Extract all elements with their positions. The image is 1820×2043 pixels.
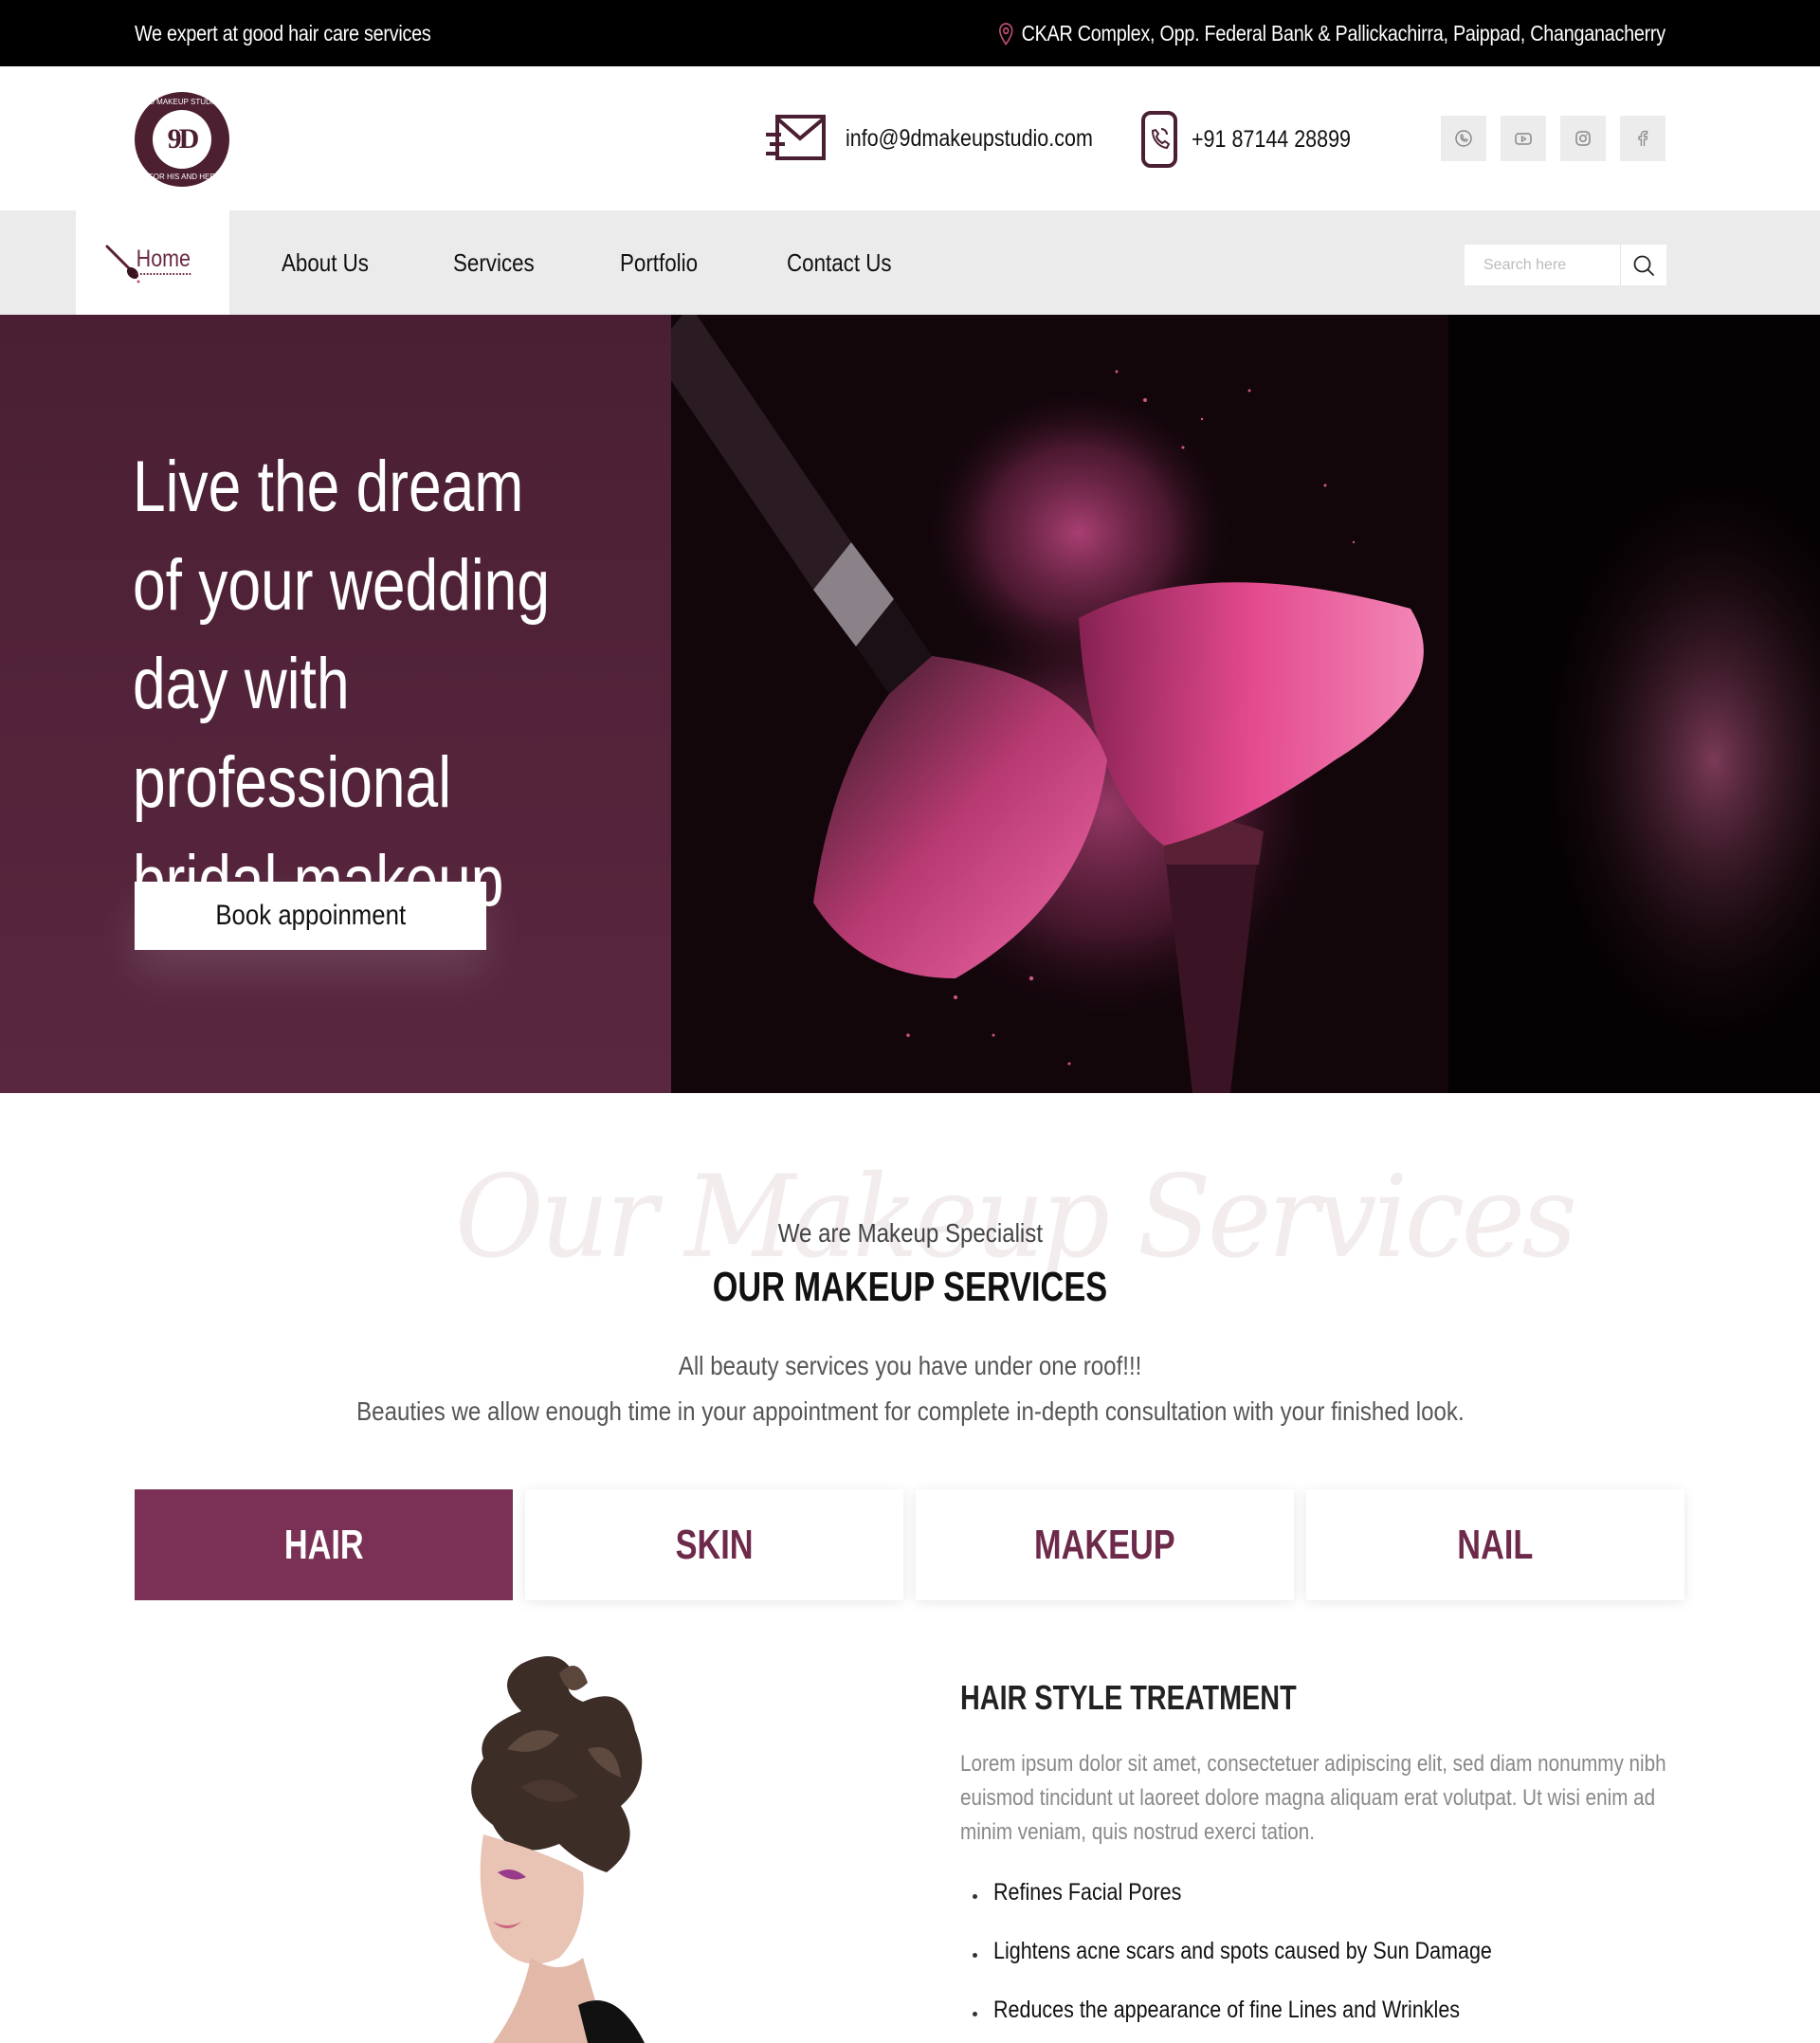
hero-image-makeup-brushes (671, 315, 1820, 1093)
list-item-text: Reduces the appearance of fine Lines and… (993, 1997, 1461, 2023)
service-tabs: HAIR SKIN MAKEUP NAIL (135, 1489, 1684, 1600)
instagram-icon[interactable] (1560, 116, 1606, 161)
youtube-icon[interactable] (1501, 116, 1546, 161)
nav-item-services[interactable]: Services (453, 248, 535, 278)
list-item-text: Lightens acne scars and spots caused by … (993, 1938, 1492, 1964)
nav-item-portfolio[interactable]: Portfolio (620, 248, 698, 278)
logo-mark: 9D (153, 110, 211, 169)
phone-icon (1141, 111, 1177, 168)
top-bar: We expert at good hair care services CKA… (0, 0, 1820, 66)
site-header: 9D MAKEUP STUDIO 9D FOR HIS AND HER info… (0, 66, 1820, 210)
nav-home-label: Home (136, 246, 191, 275)
list-item: Reduces the appearance of fine Lines and… (973, 1997, 1574, 2043)
tab-hair-label: HAIR (283, 1521, 364, 1568)
search-button[interactable] (1620, 245, 1666, 285)
location-pin-icon (999, 22, 1013, 46)
mail-icon (766, 115, 826, 160)
services-desc-2: Beauties we allow enough time in your ap… (0, 1396, 1820, 1427)
bullet-icon (973, 2012, 977, 2016)
nav-item-contact[interactable]: Contact Us (787, 248, 892, 278)
email-contact[interactable]: info@9dmakeupstudio.com (766, 114, 1133, 163)
search-box (1465, 245, 1666, 285)
services-desc-2-text: Beauties we allow enough time in your ap… (355, 1396, 1465, 1426)
book-appointment-label: Book appoinment (215, 900, 406, 931)
list-item: Lightens acne scars and spots caused by … (973, 1938, 1574, 1997)
tab-nail[interactable]: NAIL (1306, 1489, 1684, 1600)
tab-makeup[interactable]: MAKEUP (916, 1489, 1294, 1600)
search-input[interactable] (1465, 245, 1620, 285)
tab-hair[interactable]: HAIR (135, 1489, 513, 1600)
tab-makeup-label: MAKEUP (1034, 1521, 1175, 1568)
services-subheading-text: We are Makeup Specialist (777, 1218, 1043, 1248)
email-text: info@9dmakeupstudio.com (846, 124, 1093, 152)
whatsapp-icon[interactable] (1441, 116, 1486, 161)
hero-panel: Live the dream of your wedding day with … (0, 315, 671, 1093)
main-nav: Home About Us Services Portfolio Contact… (0, 210, 1820, 315)
services-heading: OUR MAKEUP SERVICES (0, 1264, 1820, 1311)
hero: Live the dream of your wedding day with … (0, 315, 1820, 1093)
address-text: CKAR Complex, Opp. Federal Bank & Pallic… (1021, 21, 1666, 46)
services-desc-1-text: All beauty services you have under one r… (678, 1351, 1142, 1380)
hero-title: Live the dream of your wedding day with … (133, 447, 550, 921)
tab-skin-label: SKIN (675, 1521, 754, 1568)
bullet-icon (973, 1953, 977, 1958)
logo[interactable]: 9D MAKEUP STUDIO 9D FOR HIS AND HER (135, 92, 229, 187)
logo-ring-top: 9D MAKEUP STUDIO (144, 98, 220, 106)
address: CKAR Complex, Opp. Federal Bank & Pallic… (999, 21, 1665, 46)
social-links (1441, 116, 1665, 161)
search-icon (1633, 255, 1654, 276)
services-heading-text: OUR MAKEUP SERVICES (712, 1264, 1108, 1310)
nav-item-about[interactable]: About Us (282, 248, 369, 278)
hair-model-image (417, 1645, 692, 2043)
phone-text: +91 87144 28899 (1192, 125, 1351, 153)
tagline: We expert at good hair care services (135, 21, 431, 46)
facebook-icon[interactable] (1620, 116, 1665, 161)
services-desc-1: All beauty services you have under one r… (0, 1351, 1820, 1381)
list-item: Refines Facial Pores (973, 1879, 1574, 1938)
treatment-title: HAIR STYLE TREATMENT (960, 1678, 1380, 1718)
treatment-body: Lorem ipsum dolor sit amet, consectetuer… (960, 1751, 1666, 1845)
services-subheading: We are Makeup Specialist (0, 1218, 1820, 1249)
logo-ring-bottom: FOR HIS AND HER (148, 173, 216, 181)
bullet-icon (973, 1894, 977, 1899)
tab-nail-label: NAIL (1457, 1521, 1534, 1568)
book-appointment-button[interactable]: Book appoinment (135, 882, 486, 950)
list-item-text: Refines Facial Pores (993, 1879, 1182, 1906)
nav-item-home[interactable]: Home (76, 210, 229, 315)
treatment-benefits: Refines Facial Pores Lightens acne scars… (973, 1879, 1574, 2043)
phone-contact[interactable]: +91 87144 28899 (1140, 110, 1376, 169)
tab-skin[interactable]: SKIN (525, 1489, 903, 1600)
treatment-title-text: HAIR STYLE TREATMENT (960, 1678, 1297, 1717)
